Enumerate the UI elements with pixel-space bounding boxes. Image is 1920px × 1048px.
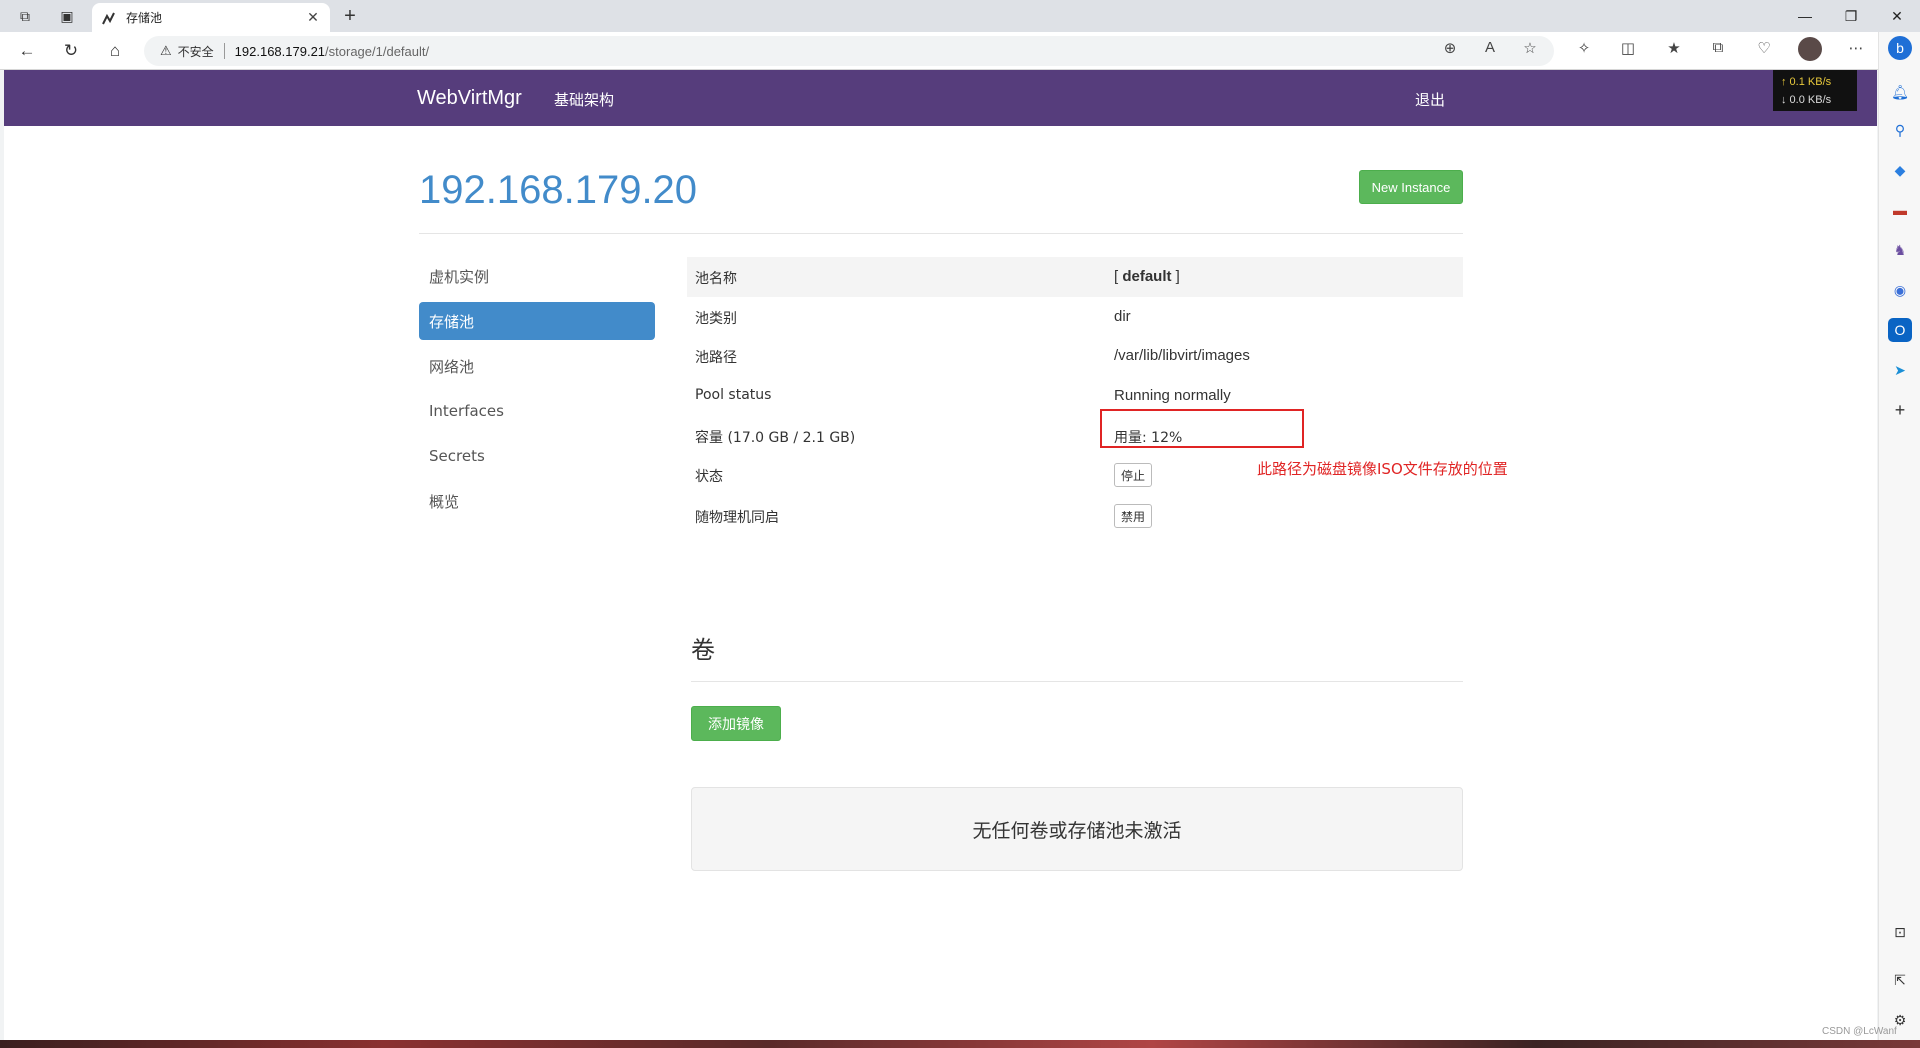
restore-icon[interactable]: ❐: [1828, 0, 1874, 32]
pool-path-row: 池路径 /var/lib/libvirt/images: [687, 336, 1463, 376]
browser-tabstrip: ⧉ ▣ 存储池 ✕ + — ❐ ✕: [0, 0, 1920, 32]
taskbar-strip: [0, 1040, 1920, 1048]
tab-actions-icon[interactable]: ▣: [54, 4, 80, 28]
refresh-icon[interactable]: ↻: [58, 39, 84, 63]
volumes-divider: [691, 681, 1463, 682]
warning-icon[interactable]: ⚠: [160, 43, 172, 59]
volumes-title: 卷: [691, 636, 715, 664]
title-divider: [419, 233, 1463, 234]
close-window-icon[interactable]: ✕: [1874, 0, 1920, 32]
pool-name-label: 池名称: [695, 271, 737, 287]
brand-link[interactable]: WebVirtMgr: [417, 87, 522, 110]
stop-pool-button[interactable]: 停止: [1114, 463, 1153, 487]
nav-infrastructure[interactable]: 基础架构: [554, 89, 614, 110]
pool-autostart-row: 随物理机同启 禁用: [687, 496, 1463, 536]
add-image-button[interactable]: 添加镜像: [691, 706, 781, 741]
address-separator: [223, 43, 225, 59]
back-icon[interactable]: ←: [14, 39, 40, 63]
pool-type-value: dir: [1114, 308, 1131, 325]
app-navbar: WebVirtMgr 基础架构 退出: [4, 70, 1877, 126]
empty-volumes-message: 无任何卷或存储池未激活: [691, 787, 1463, 871]
download-speed: ↓ 0.0 KB/s: [1781, 94, 1832, 106]
workspaces-icon[interactable]: ⧉: [12, 4, 38, 28]
hide-sidebar-icon[interactable]: ⊡: [1888, 920, 1912, 944]
pool-status-row: Pool status Running normally: [687, 376, 1463, 416]
sidebar-item-storage[interactable]: 存储池: [419, 302, 655, 340]
sidebar-item-interfaces[interactable]: Interfaces: [419, 392, 655, 430]
pool-name-text: default: [1122, 268, 1172, 285]
add-sidebar-app-icon[interactable]: +: [1888, 398, 1912, 422]
pool-name-value: [ default ]: [1114, 268, 1180, 285]
page-viewport: WebVirtMgr 基础架构 退出 192.168.179.20 New In…: [4, 70, 1877, 1040]
microsoft365-icon[interactable]: ◉: [1888, 278, 1912, 302]
pool-type-row: 池类别 dir: [687, 297, 1463, 337]
open-external-icon[interactable]: ⇱: [1888, 968, 1912, 992]
profile-avatar[interactable]: [1798, 37, 1822, 65]
search-icon[interactable]: ⚲: [1888, 118, 1912, 142]
zoom-icon[interactable]: ⊕: [1438, 39, 1462, 57]
browser-essentials-icon[interactable]: ♡: [1752, 39, 1776, 57]
pool-name-row: 池名称 [ default ]: [687, 257, 1463, 297]
games-icon[interactable]: ♞: [1888, 238, 1912, 262]
pool-state-label: 状态: [695, 469, 723, 485]
favorites-icon[interactable]: ★: [1662, 39, 1686, 57]
new-instance-button[interactable]: New Instance: [1359, 170, 1463, 204]
home-icon[interactable]: ⌂: [102, 39, 128, 63]
bing-copilot-icon[interactable]: b: [1888, 36, 1912, 60]
drop-icon[interactable]: ➤: [1888, 358, 1912, 382]
split-screen-icon[interactable]: ◫: [1616, 39, 1640, 57]
network-speed-widget: ↑ 0.1 KB/s ↓ 0.0 KB/s: [1773, 70, 1857, 111]
sidebar-item-instances[interactable]: 虚机实例: [419, 257, 655, 295]
extensions-icon[interactable]: ✧: [1572, 39, 1596, 57]
pool-capacity-row: 容量 (17.0 GB / 2.1 GB) 用量: 12%: [687, 416, 1463, 456]
pool-path-value: /var/lib/libvirt/images: [1114, 347, 1250, 364]
highlight-box: [1100, 409, 1304, 448]
more-menu-icon[interactable]: ⋯: [1844, 39, 1868, 57]
notifications-icon[interactable]: 🔔︎: [1888, 80, 1912, 104]
outlook-icon[interactable]: O: [1888, 318, 1912, 342]
insecure-label[interactable]: 不安全: [178, 43, 214, 60]
edge-sidebar: b 🔔︎ ⚲ ◆ ▬ ♞ ◉ O ➤ + ⊡ ⇱ ⚙: [1878, 32, 1920, 1040]
pool-autostart-label: 随物理机同启: [695, 510, 779, 526]
tab-close-icon[interactable]: ✕: [304, 9, 322, 26]
pool-status-label: Pool status: [695, 387, 772, 403]
sidebar-item-networks[interactable]: 网络池: [419, 347, 655, 385]
favorite-star-icon[interactable]: ☆: [1518, 39, 1542, 57]
disable-autostart-button[interactable]: 禁用: [1114, 504, 1153, 528]
shopping-tag-icon[interactable]: ◆: [1888, 158, 1912, 182]
address-path: /storage/1/default/: [325, 43, 430, 59]
new-tab-icon[interactable]: +: [338, 4, 362, 28]
nav-logout[interactable]: 退出: [1415, 89, 1445, 110]
pool-type-label: 池类别: [695, 311, 737, 327]
browser-tab-active[interactable]: 存储池 ✕: [92, 3, 330, 32]
collections-icon[interactable]: ⧉: [1706, 39, 1730, 56]
browser-toolbar: ← ↻ ⌂ ⚠ 不安全 192.168.179.21/storage/1/def…: [0, 32, 1920, 70]
address-host: 192.168.179.21: [234, 43, 326, 59]
tools-icon[interactable]: ▬: [1888, 198, 1912, 222]
watermark: CSDN @LcWanf: [1822, 1026, 1897, 1037]
page-title: 192.168.179.20: [419, 168, 698, 212]
minimize-icon[interactable]: —: [1782, 0, 1828, 32]
pool-capacity-label: 容量 (17.0 GB / 2.1 GB): [695, 430, 856, 446]
upload-speed: ↑ 0.1 KB/s: [1781, 76, 1832, 88]
sidebar-item-secrets[interactable]: Secrets: [419, 437, 655, 475]
pool-status-value: Running normally: [1114, 387, 1231, 404]
sidebar-item-overview[interactable]: 概览: [419, 482, 655, 520]
tab-title: 存储池: [126, 11, 163, 25]
address-bar[interactable]: ⚠ 不安全 192.168.179.21/storage/1/default/: [144, 36, 1554, 66]
read-aloud-icon[interactable]: A: [1478, 39, 1502, 56]
annotation-note: 此路径为磁盘镜像ISO文件存放的位置: [1257, 460, 1508, 478]
webvirtmgr-favicon-icon: [100, 9, 118, 27]
pool-path-label: 池路径: [695, 350, 737, 366]
